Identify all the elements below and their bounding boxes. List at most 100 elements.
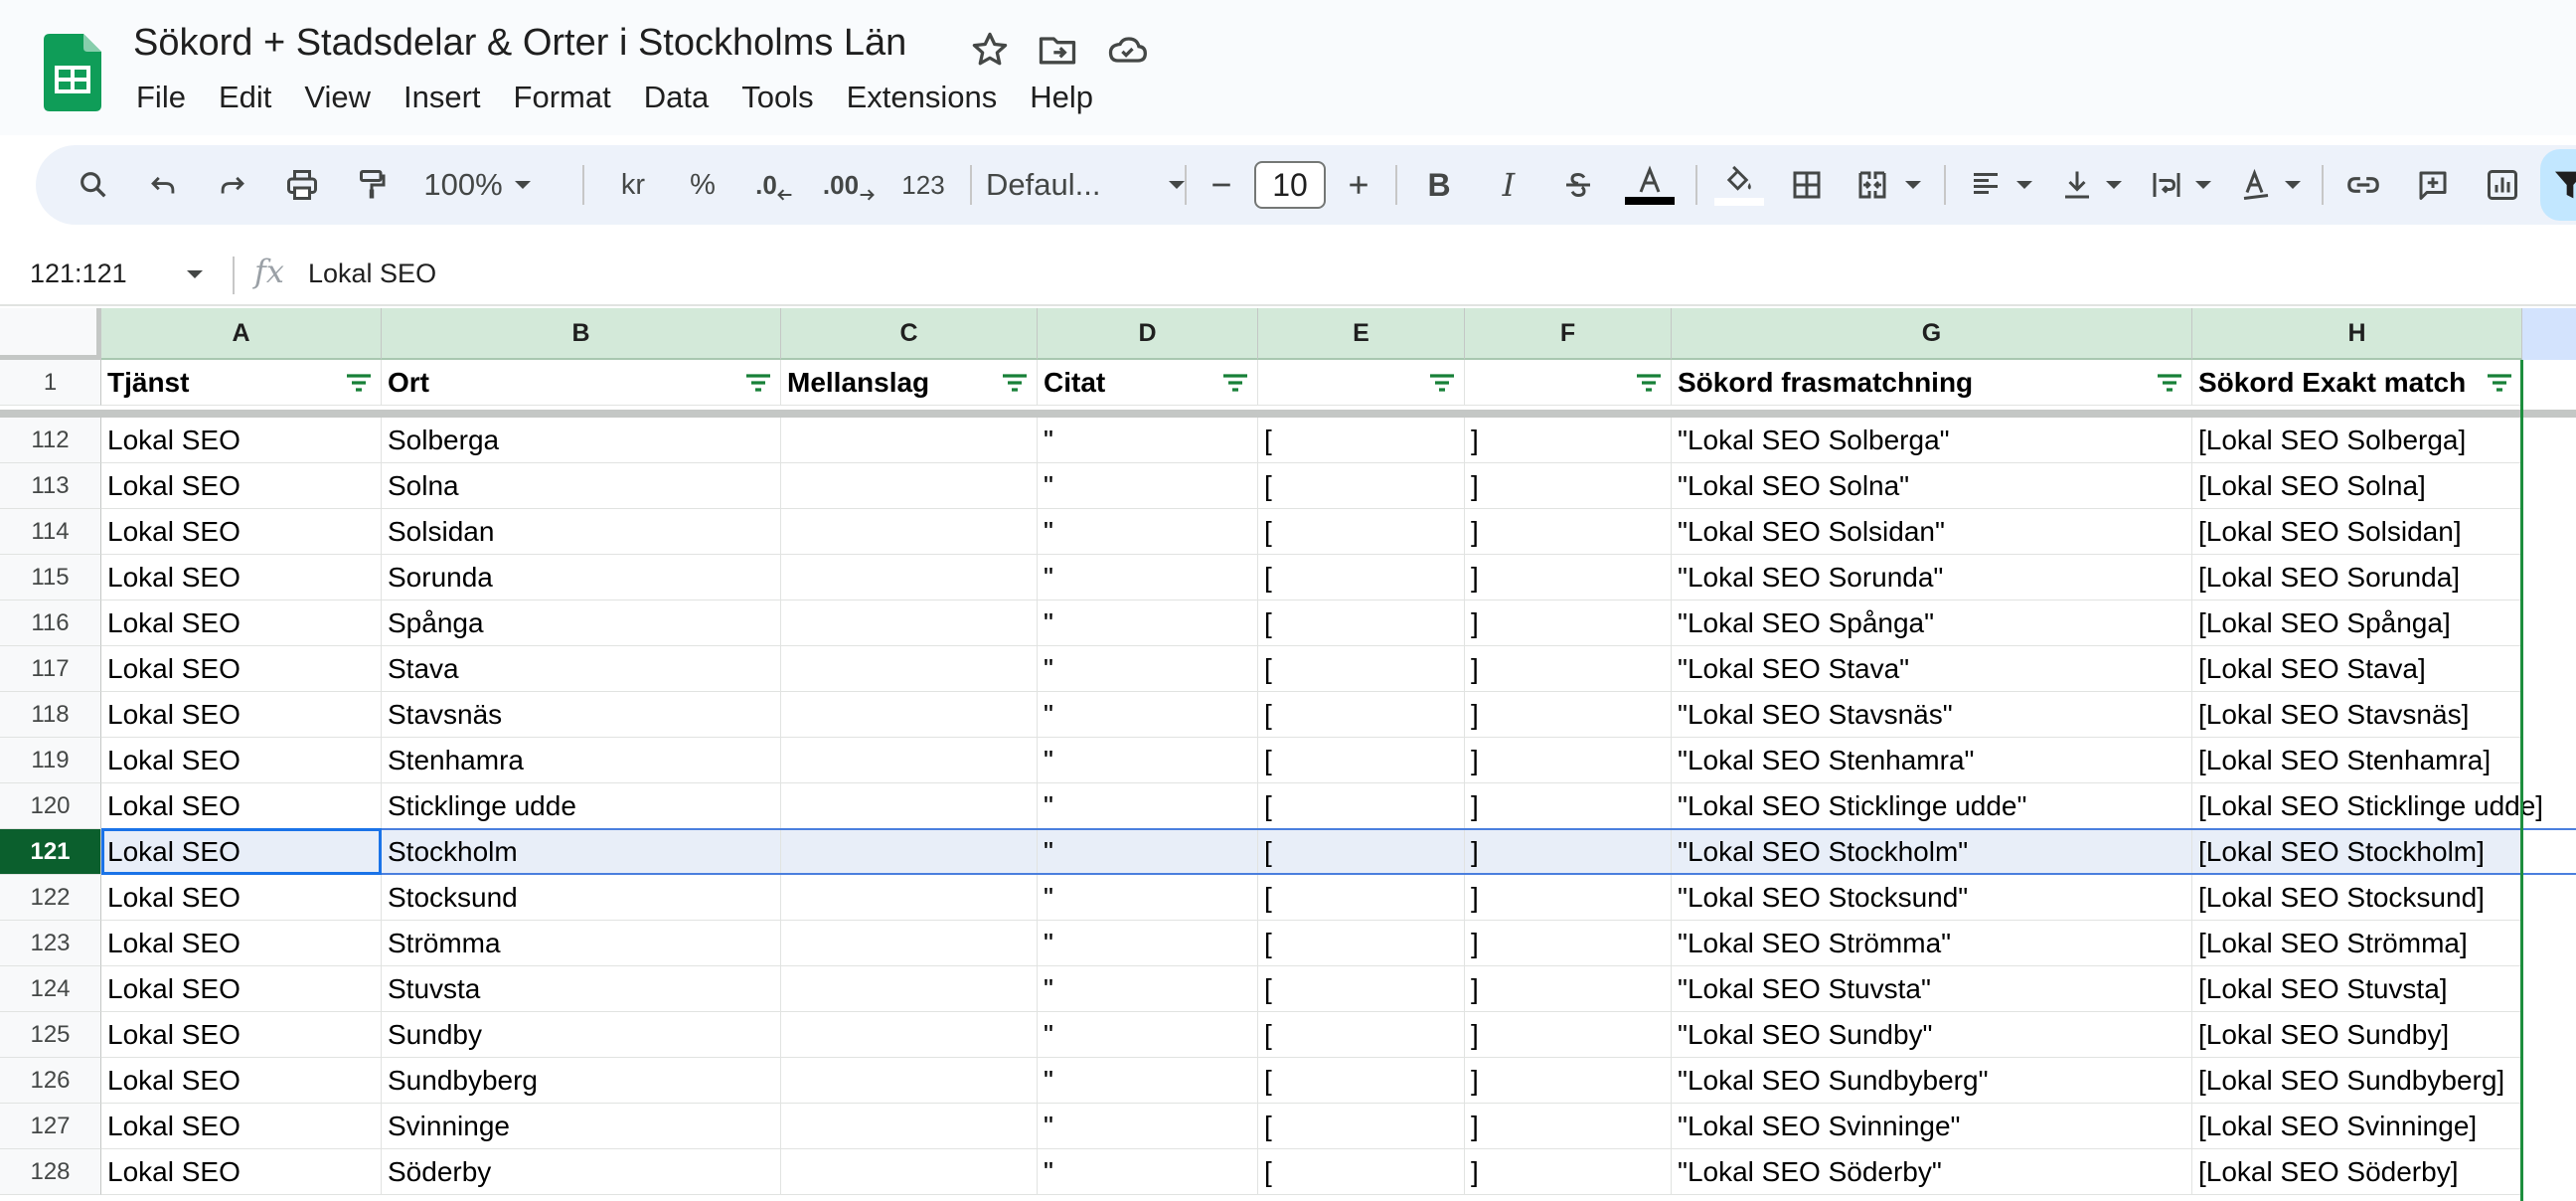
frozen-row-divider[interactable] bbox=[0, 410, 2576, 418]
insert-chart-button[interactable] bbox=[2475, 145, 2530, 225]
cell-e[interactable]: [ bbox=[1258, 692, 1465, 738]
redo-button[interactable] bbox=[205, 145, 260, 225]
cell-d[interactable]: " bbox=[1038, 1058, 1258, 1104]
column-header-b[interactable]: B bbox=[382, 308, 781, 360]
cell-g[interactable]: "Lokal SEO Solna" bbox=[1672, 463, 2192, 509]
cell-f[interactable]: ] bbox=[1465, 418, 1672, 463]
cell-a[interactable]: Lokal SEO bbox=[101, 692, 382, 738]
cell-b[interactable]: Stava bbox=[382, 646, 781, 692]
search-menus-button[interactable] bbox=[66, 145, 121, 225]
row-number[interactable]: 127 bbox=[0, 1104, 101, 1149]
menu-tools[interactable]: Tools bbox=[738, 80, 813, 115]
cell-b[interactable]: Solsidan bbox=[382, 509, 781, 555]
cell-b[interactable]: Sundbyberg bbox=[382, 1058, 781, 1104]
cell-c[interactable] bbox=[781, 1058, 1038, 1104]
cloud-saved-icon[interactable] bbox=[1105, 28, 1149, 72]
cell-f[interactable]: ] bbox=[1465, 692, 1672, 738]
cell-e[interactable]: [ bbox=[1258, 875, 1465, 921]
move-to-folder-icon[interactable] bbox=[1036, 28, 1079, 72]
cell-a[interactable]: Lokal SEO bbox=[101, 1104, 382, 1149]
cell-c[interactable] bbox=[781, 921, 1038, 966]
paint-format-button[interactable] bbox=[344, 145, 400, 225]
formula-input[interactable]: Lokal SEO bbox=[308, 258, 436, 289]
cell-b[interactable]: Stocksund bbox=[382, 875, 781, 921]
merge-dropdown[interactable] bbox=[1898, 145, 1928, 225]
filter-icon[interactable] bbox=[1635, 372, 1663, 394]
cell-c[interactable] bbox=[781, 966, 1038, 1012]
cell-g[interactable]: "Lokal SEO Solberga" bbox=[1672, 418, 2192, 463]
cell-c[interactable] bbox=[781, 1149, 1038, 1195]
cell-f[interactable]: ] bbox=[1465, 555, 1672, 600]
filter-icon[interactable] bbox=[2486, 372, 2513, 394]
cell-d[interactable]: " bbox=[1038, 738, 1258, 783]
zoom-select[interactable]: 100% bbox=[423, 145, 503, 225]
cell-a[interactable]: Lokal SEO bbox=[101, 600, 382, 646]
column-header-next[interactable] bbox=[2522, 308, 2576, 360]
cell-a[interactable]: Lokal SEO bbox=[101, 418, 382, 463]
cell-b[interactable]: Stuvsta bbox=[382, 966, 781, 1012]
text-color-button[interactable] bbox=[1620, 145, 1680, 225]
row-number[interactable]: 128 bbox=[0, 1149, 101, 1195]
cell-h[interactable]: [Lokal SEO Stockholm] bbox=[2192, 829, 2522, 875]
filter-icon[interactable] bbox=[345, 372, 373, 394]
row-number[interactable]: 117 bbox=[0, 646, 101, 692]
cell-b[interactable]: Stavsnäs bbox=[382, 692, 781, 738]
fill-color-button[interactable] bbox=[1709, 145, 1769, 225]
menu-insert[interactable]: Insert bbox=[401, 80, 481, 115]
vertical-align-button[interactable] bbox=[2049, 145, 2105, 225]
cell-h[interactable]: [Lokal SEO Sticklinge udde] bbox=[2192, 783, 2543, 829]
print-button[interactable] bbox=[274, 145, 330, 225]
cell-g[interactable]: "Lokal SEO Strömma" bbox=[1672, 921, 2192, 966]
cell-b[interactable]: Solberga bbox=[382, 418, 781, 463]
cell-a[interactable]: Lokal SEO bbox=[101, 966, 382, 1012]
cell-b[interactable]: Söderby bbox=[382, 1149, 781, 1195]
cell-c[interactable] bbox=[781, 783, 1038, 829]
cell-h[interactable]: [Lokal SEO Stenhamra] bbox=[2192, 738, 2522, 783]
more-formats-button[interactable]: 123 bbox=[890, 145, 956, 225]
cell-a[interactable]: Lokal SEO bbox=[101, 738, 382, 783]
cell-h[interactable]: [Lokal SEO Stava] bbox=[2192, 646, 2522, 692]
document-title[interactable]: Sökord + Stadsdelar & Orter i Stockholms… bbox=[133, 22, 906, 65]
row-number[interactable]: 119 bbox=[0, 738, 101, 783]
font-size-input[interactable]: 10 bbox=[1254, 161, 1326, 209]
row-number[interactable]: 126 bbox=[0, 1058, 101, 1104]
sheets-logo-icon[interactable] bbox=[44, 34, 101, 111]
column-header-e[interactable]: E bbox=[1258, 308, 1465, 360]
cell-a[interactable]: Lokal SEO bbox=[101, 1058, 382, 1104]
currency-format-button[interactable]: kr bbox=[606, 145, 660, 225]
cell-f[interactable]: ] bbox=[1465, 966, 1672, 1012]
cell-g[interactable]: "Lokal SEO Sticklinge udde" bbox=[1672, 783, 2192, 829]
cell-a[interactable]: Lokal SEO bbox=[101, 783, 382, 829]
cell-h[interactable]: [Lokal SEO Solna] bbox=[2192, 463, 2522, 509]
horizontal-align-dropdown[interactable] bbox=[2010, 145, 2039, 225]
decrease-font-size-button[interactable] bbox=[1197, 145, 1246, 225]
horizontal-align-button[interactable] bbox=[1958, 145, 2013, 225]
row-number[interactable]: 120 bbox=[0, 783, 101, 829]
menu-help[interactable]: Help bbox=[1027, 80, 1093, 115]
cell-f[interactable]: ] bbox=[1465, 509, 1672, 555]
cell-c[interactable] bbox=[781, 738, 1038, 783]
column-header-g[interactable]: G bbox=[1672, 308, 2192, 360]
filter-icon[interactable] bbox=[1428, 372, 1456, 394]
filter-icon[interactable] bbox=[1001, 372, 1029, 394]
cell-h[interactable]: [Lokal SEO Spånga] bbox=[2192, 600, 2522, 646]
row-number[interactable]: 112 bbox=[0, 418, 101, 463]
cell-c[interactable] bbox=[781, 1012, 1038, 1058]
merge-cells-button[interactable] bbox=[1845, 145, 1900, 225]
header-cell-f[interactable] bbox=[1465, 360, 1672, 406]
row-number[interactable]: 1 bbox=[0, 360, 101, 406]
cell-g[interactable]: "Lokal SEO Sundbyberg" bbox=[1672, 1058, 2192, 1104]
row-number[interactable]: 116 bbox=[0, 600, 101, 646]
cell-g[interactable]: "Lokal SEO Svinninge" bbox=[1672, 1104, 2192, 1149]
cell-h[interactable]: [Lokal SEO Sundby] bbox=[2192, 1012, 2522, 1058]
cell-d[interactable]: " bbox=[1038, 1104, 1258, 1149]
cell-c[interactable] bbox=[781, 646, 1038, 692]
cell-c[interactable] bbox=[781, 600, 1038, 646]
text-wrapping-dropdown[interactable] bbox=[2188, 145, 2218, 225]
insert-link-button[interactable] bbox=[2335, 145, 2391, 225]
select-all-corner[interactable] bbox=[0, 308, 101, 360]
header-cell-b[interactable]: Ort bbox=[382, 360, 781, 406]
cell-g[interactable]: "Lokal SEO Sundby" bbox=[1672, 1012, 2192, 1058]
cell-b[interactable]: Stenhamra bbox=[382, 738, 781, 783]
cell-a[interactable]: Lokal SEO bbox=[101, 1012, 382, 1058]
